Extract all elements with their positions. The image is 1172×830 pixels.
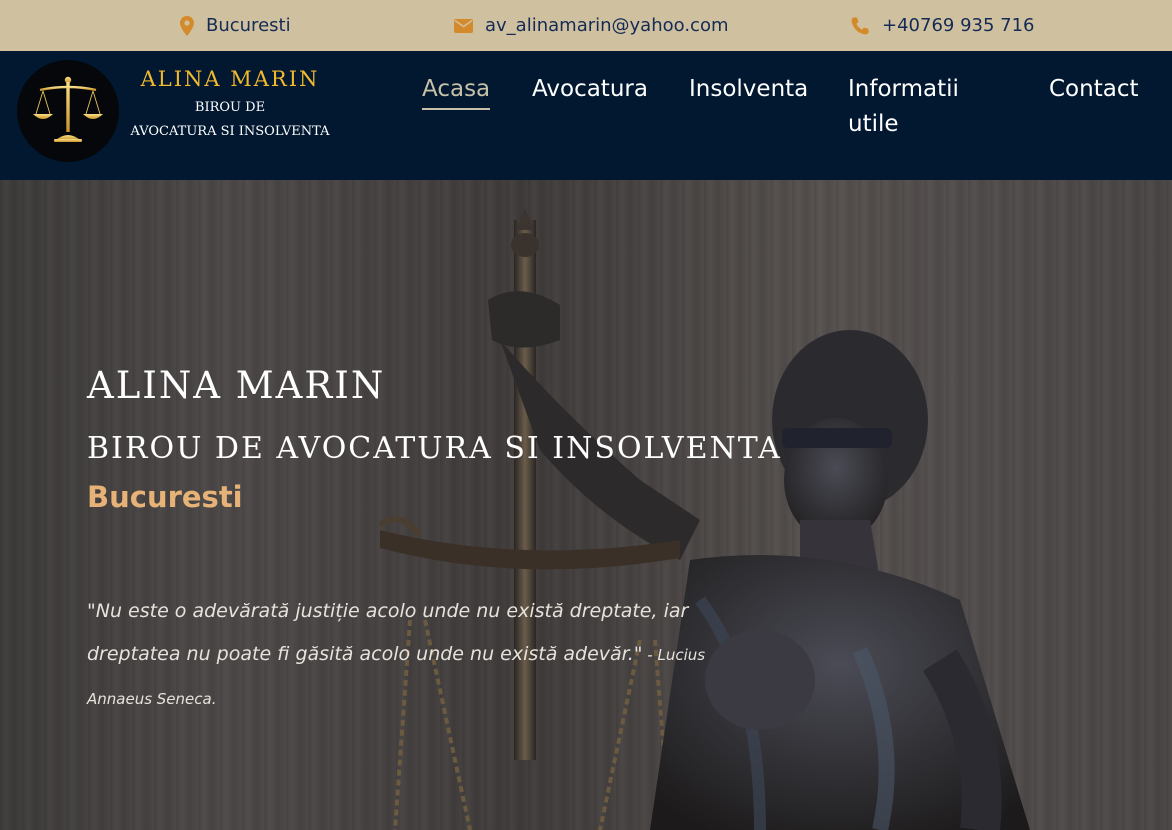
- top-contact-bar: Bucuresti av_alinamarin@yahoo.com +40769…: [0, 0, 1172, 51]
- hero-section: ALINA MARIN BIROU DE AVOCATURA SI INSOLV…: [0, 180, 1172, 830]
- nav-item-acasa[interactable]: Acasa: [422, 72, 491, 110]
- hero-subtitle: BIROU DE AVOCATURA SI INSOLVENTA: [87, 431, 782, 466]
- location-text: Bucuresti: [206, 15, 291, 36]
- email-link[interactable]: av_alinamarin@yahoo.com: [485, 15, 729, 36]
- map-marker-icon: [180, 15, 194, 36]
- phone-icon: [850, 16, 870, 36]
- hero-city: Bucuresti: [87, 480, 243, 514]
- nav-item-avocatura[interactable]: Avocatura: [532, 72, 648, 107]
- hero-title: ALINA MARIN: [87, 364, 386, 407]
- email-info[interactable]: av_alinamarin@yahoo.com: [454, 0, 729, 51]
- main-navigation: Acasa Avocatura Insolventa Informatii ut…: [0, 51, 1172, 180]
- quote-text: "Nu este o adevărată justiție acolo unde…: [87, 600, 689, 665]
- nav-item-informatii-utile[interactable]: Informatii utile: [848, 72, 968, 142]
- site-header: ALINA MARIN BIROU DE AVOCATURA SI INSOLV…: [0, 51, 1172, 180]
- phone-link[interactable]: +40769 935 716: [882, 15, 1035, 36]
- phone-info[interactable]: +40769 935 716: [850, 0, 1035, 51]
- location-info: Bucuresti: [180, 0, 291, 51]
- hero-quote: "Nu este o adevărată justiție acolo unde…: [87, 590, 727, 721]
- nav-item-insolventa[interactable]: Insolventa: [689, 72, 808, 107]
- nav-item-contact[interactable]: Contact: [1049, 72, 1138, 107]
- envelope-icon: [454, 18, 473, 33]
